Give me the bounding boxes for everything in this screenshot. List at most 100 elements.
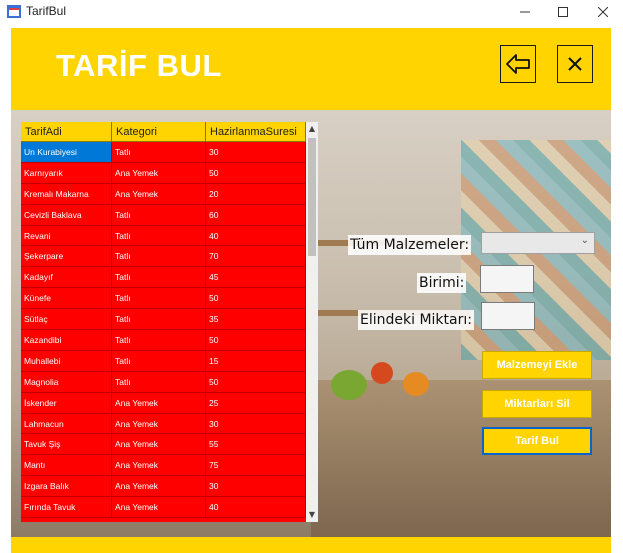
table-row[interactable]: Cevizli Baklava Tatlı 60	[21, 204, 306, 226]
table-cell[interactable]: Künefe	[21, 288, 112, 310]
table-cell[interactable]: Ana Yemek	[112, 455, 206, 477]
scroll-down-icon[interactable]: ▼	[306, 508, 318, 522]
table-cell[interactable]: Şekerpare	[21, 246, 112, 268]
table-cell[interactable]: 30	[206, 413, 306, 435]
title-bar: TarifBul	[0, 0, 623, 24]
table-cell[interactable]: Lahmacun	[21, 413, 112, 435]
table-cell[interactable]: Tatlı	[112, 142, 206, 163]
table-cell[interactable]: 75	[206, 455, 306, 477]
back-arrow-icon	[506, 54, 530, 74]
window-close-button[interactable]	[583, 0, 623, 24]
table-cell[interactable]: 50	[206, 288, 306, 310]
table-row[interactable]: Şekerpare Tatlı 70	[21, 246, 306, 268]
chevron-down-icon: ⌄	[580, 235, 589, 246]
table-cell[interactable]: Ana Yemek	[112, 434, 206, 456]
table-cell[interactable]: 15	[206, 350, 306, 372]
table-cell[interactable]: Sütlaç	[21, 309, 112, 331]
table-cell[interactable]: 45	[206, 267, 306, 289]
table-cell[interactable]: Fırında Tavuk	[21, 497, 112, 519]
table-cell[interactable]: Kadayıf	[21, 267, 112, 289]
grid-header: TarifAdi Kategori HazirlanmaSuresi	[21, 122, 306, 142]
scroll-up-icon[interactable]: ▲	[306, 122, 318, 136]
table-row[interactable]: Kadayıf Tatlı 45	[21, 267, 306, 289]
table-cell[interactable]: Tatlı	[112, 371, 206, 393]
table-cell[interactable]: İskender	[21, 392, 112, 414]
recipe-grid[interactable]: TarifAdi Kategori HazirlanmaSuresi Un Ku…	[21, 122, 318, 522]
table-row[interactable]: Revani Tatlı 40	[21, 225, 306, 247]
table-row[interactable]: İskender Ana Yemek 25	[21, 392, 306, 414]
table-cell[interactable]: Ana Yemek	[112, 162, 206, 184]
table-cell[interactable]: Tatlı	[112, 288, 206, 310]
maximize-button[interactable]	[543, 0, 583, 24]
table-cell[interactable]: Izgara Balık	[21, 476, 112, 498]
table-row[interactable]: Lahmacun Ana Yemek 30	[21, 413, 306, 435]
miktarlari-sil-button[interactable]: Miktarları Sil	[482, 390, 592, 418]
table-row[interactable]: Sütlaç Tatlı 35	[21, 309, 306, 331]
minimize-button[interactable]	[505, 0, 545, 24]
table-cell[interactable]: Kremalı Makarna	[21, 183, 112, 205]
table-cell[interactable]: 50	[206, 162, 306, 184]
table-cell[interactable]: 50	[206, 371, 306, 393]
close-icon	[598, 7, 608, 17]
table-row[interactable]: Kazandibi Tatlı 50	[21, 330, 306, 351]
table-cell[interactable]: Ana Yemek	[112, 476, 206, 498]
table-row[interactable]: Kremalı Makarna Ana Yemek 20	[21, 183, 306, 205]
malzemeler-combobox[interactable]: ⌄	[481, 232, 595, 254]
table-cell[interactable]: 70	[206, 246, 306, 268]
table-cell[interactable]: Ana Yemek	[112, 497, 206, 519]
birim-textbox[interactable]	[480, 265, 534, 293]
scroll-thumb[interactable]	[308, 138, 316, 256]
table-row[interactable]: Muhallebi Tatlı 15	[21, 350, 306, 372]
table-cell[interactable]: 30	[206, 476, 306, 498]
table-cell[interactable]: Tavuk Şiş	[21, 434, 112, 456]
table-cell[interactable]: Kazandibi	[21, 330, 112, 351]
tarif-bul-button[interactable]: Tarif Bul	[482, 427, 592, 455]
table-cell[interactable]: 40	[206, 497, 306, 519]
table-cell[interactable]: 50	[206, 330, 306, 351]
table-cell[interactable]: Karnıyarık	[21, 162, 112, 184]
table-row[interactable]: Un Kurabiyesi Tatlı 30	[21, 142, 306, 163]
table-cell[interactable]: Mantı	[21, 455, 112, 477]
window-title: TarifBul	[26, 4, 67, 18]
table-row[interactable]: Izgara Balık Ana Yemek 30	[21, 476, 306, 498]
table-cell[interactable]: Tatlı	[112, 225, 206, 247]
grid-scrollbar[interactable]: ▲ ▼	[306, 122, 318, 522]
close-form-button[interactable]	[557, 45, 593, 83]
column-header-hazirlanmasuresi[interactable]: HazirlanmaSuresi	[206, 122, 306, 142]
birim-label: Birimi:	[417, 273, 467, 293]
table-cell[interactable]: 55	[206, 434, 306, 456]
table-cell[interactable]: Un Kurabiyesi	[21, 142, 112, 163]
table-row[interactable]: Fırında Tavuk Ana Yemek 40	[21, 497, 306, 519]
table-cell[interactable]: Tatlı	[112, 246, 206, 268]
table-cell[interactable]: Ana Yemek	[112, 413, 206, 435]
table-cell[interactable]: Muhallebi	[21, 350, 112, 372]
table-cell[interactable]: Ana Yemek	[112, 183, 206, 205]
table-row[interactable]: Magnolia Tatlı 50	[21, 371, 306, 393]
malzeme-ekle-button[interactable]: Malzemeyi Ekle	[482, 351, 592, 379]
table-cell[interactable]: Tatlı	[112, 330, 206, 351]
table-cell[interactable]: Magnolia	[21, 371, 112, 393]
table-cell[interactable]: 30	[206, 142, 306, 163]
column-header-tarifadi[interactable]: TarifAdi	[21, 122, 112, 142]
table-cell[interactable]: Tatlı	[112, 267, 206, 289]
column-header-kategori[interactable]: Kategori	[112, 122, 206, 142]
table-cell[interactable]: 35	[206, 309, 306, 331]
back-button[interactable]	[500, 45, 536, 83]
table-cell[interactable]: Revani	[21, 225, 112, 247]
table-row[interactable]: Tavuk Şiş Ana Yemek 55	[21, 434, 306, 456]
grid-body: Un Kurabiyesi Tatlı 30 Karnıyarık Ana Yemek 5…	[21, 142, 306, 519]
table-cell[interactable]: Tatlı	[112, 350, 206, 372]
table-cell[interactable]: 60	[206, 204, 306, 226]
table-row[interactable]: Künefe Tatlı 50	[21, 288, 306, 310]
table-cell[interactable]: 20	[206, 183, 306, 205]
table-cell[interactable]: 40	[206, 225, 306, 247]
table-cell[interactable]: Cevizli Baklava	[21, 204, 112, 226]
table-cell[interactable]: Tatlı	[112, 309, 206, 331]
table-cell[interactable]: Ana Yemek	[112, 392, 206, 414]
maximize-icon	[558, 7, 568, 17]
table-cell[interactable]: Tatlı	[112, 204, 206, 226]
table-cell[interactable]: 25	[206, 392, 306, 414]
table-row[interactable]: Mantı Ana Yemek 75	[21, 455, 306, 477]
miktar-textbox[interactable]	[481, 302, 535, 330]
table-row[interactable]: Karnıyarık Ana Yemek 50	[21, 162, 306, 184]
